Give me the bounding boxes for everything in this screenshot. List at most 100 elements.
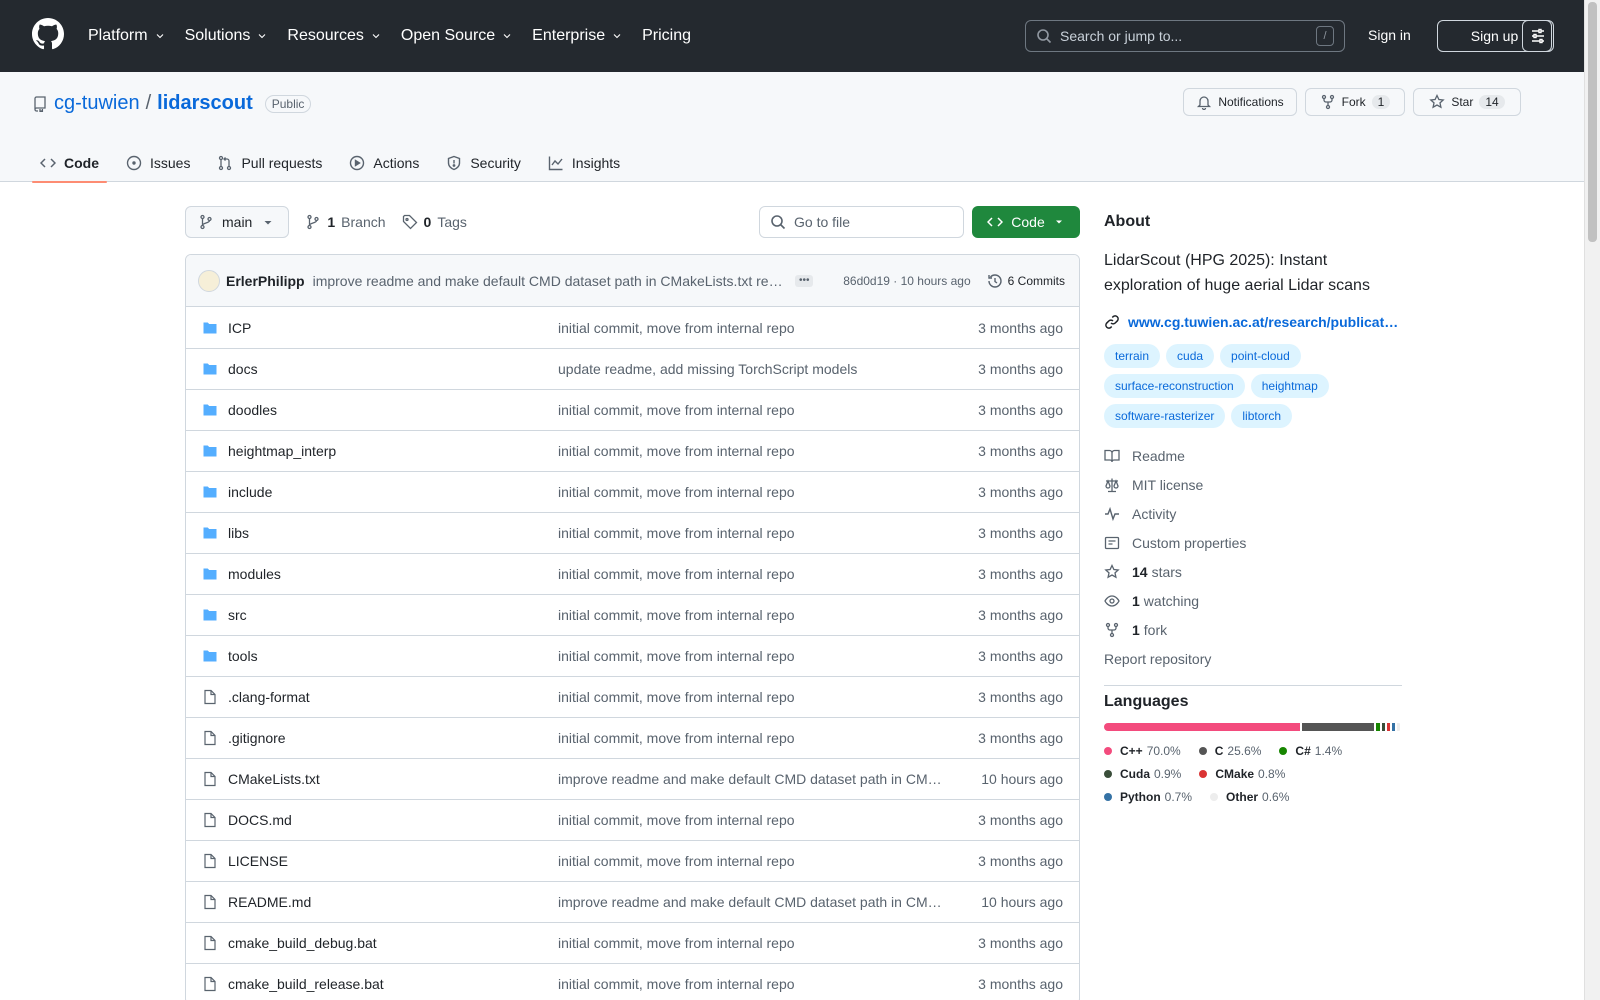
file-commit-message-link[interactable]: initial commit, move from internal repo bbox=[558, 976, 943, 992]
topic-tag[interactable]: software-rasterizer bbox=[1104, 404, 1226, 428]
file-row[interactable]: doodles initial commit, move from interna… bbox=[186, 389, 1079, 430]
language-bar-segment[interactable] bbox=[1302, 723, 1375, 731]
repo-owner-link[interactable]: cg-tuwien bbox=[54, 92, 140, 115]
file-commit-message-link[interactable]: initial commit, move from internal repo bbox=[558, 525, 943, 541]
language-item[interactable]: C 25.6% bbox=[1198, 739, 1261, 762]
file-name-link[interactable]: modules bbox=[228, 566, 558, 582]
topic-tag[interactable]: cuda bbox=[1166, 344, 1215, 368]
file-commit-message-link[interactable]: initial commit, move from internal repo bbox=[558, 935, 943, 951]
commit-sha-time[interactable]: 86d0d19 · 10 hours ago bbox=[843, 274, 970, 288]
file-row[interactable]: include initial commit, move from interna… bbox=[186, 471, 1079, 512]
commits-link[interactable]: 6 Commits bbox=[987, 273, 1065, 289]
file-commit-message-link[interactable]: initial commit, move from internal repo bbox=[558, 566, 943, 582]
nav-resources[interactable]: Resources bbox=[287, 27, 381, 45]
language-item[interactable]: C++ 70.0% bbox=[1104, 739, 1181, 762]
github-logo-icon[interactable] bbox=[32, 18, 64, 50]
language-item[interactable]: Other 0.6% bbox=[1210, 785, 1289, 808]
commit-message-link[interactable]: improve readme and make default CMD data… bbox=[313, 273, 784, 289]
nav-pricing[interactable]: Pricing bbox=[642, 27, 691, 45]
nav-enterprise[interactable]: Enterprise bbox=[532, 27, 623, 45]
file-commit-message-link[interactable]: initial commit, move from internal repo bbox=[558, 320, 943, 336]
file-name-link[interactable]: LICENSE bbox=[228, 853, 558, 869]
go-to-file-input[interactable]: Go to file bbox=[759, 206, 964, 238]
file-commit-message-link[interactable]: initial commit, move from internal repo bbox=[558, 853, 943, 869]
file-name-link[interactable]: .clang-format bbox=[228, 689, 558, 705]
file-name-link[interactable]: doodles bbox=[228, 402, 558, 418]
stars-link[interactable]: 14 stars bbox=[1104, 557, 1402, 586]
file-name-link[interactable]: docs bbox=[228, 361, 558, 377]
activity-link[interactable]: Activity bbox=[1104, 499, 1402, 528]
file-row[interactable]: libs initial commit, move from internal r… bbox=[186, 512, 1079, 553]
forks-link[interactable]: 1 fork bbox=[1104, 615, 1402, 644]
file-name-link[interactable]: cmake_build_release.bat bbox=[228, 976, 558, 992]
file-row[interactable]: README.md improve readme and make default… bbox=[186, 881, 1079, 922]
nav-solutions[interactable]: Solutions bbox=[185, 27, 269, 45]
branches-link[interactable]: 1 Branch bbox=[305, 214, 386, 230]
commit-author-link[interactable]: ErlerPhilipp bbox=[226, 273, 305, 289]
file-name-link[interactable]: .gitignore bbox=[228, 730, 558, 746]
file-commit-message-link[interactable]: improve readme and make default CMD data… bbox=[558, 771, 943, 787]
custom-properties-link[interactable]: Custom properties bbox=[1104, 528, 1402, 557]
repo-name-link[interactable]: lidarscout bbox=[157, 92, 253, 115]
readme-link[interactable]: Readme bbox=[1104, 441, 1402, 470]
topic-tag[interactable]: point-cloud bbox=[1220, 344, 1301, 368]
file-name-link[interactable]: cmake_build_debug.bat bbox=[228, 935, 558, 951]
file-row[interactable]: heightmap_interp initial commit, move fro… bbox=[186, 430, 1079, 471]
file-name-link[interactable]: ICP bbox=[228, 320, 558, 336]
language-item[interactable]: Cuda 0.9% bbox=[1104, 762, 1181, 785]
tab-insights[interactable]: Insights bbox=[540, 144, 628, 182]
global-search-input[interactable]: Search or jump to... / bbox=[1025, 20, 1345, 52]
file-commit-message-link[interactable]: initial commit, move from internal repo bbox=[558, 607, 943, 623]
language-bar-segment[interactable] bbox=[1391, 723, 1395, 731]
file-commit-message-link[interactable]: update readme, add missing TorchScript m… bbox=[558, 361, 943, 377]
file-row[interactable]: .gitignore initial commit, move from inte… bbox=[186, 717, 1079, 758]
tab-code[interactable]: Code bbox=[32, 144, 107, 183]
file-row[interactable]: tools initial commit, move from internal … bbox=[186, 635, 1079, 676]
file-commit-message-link[interactable]: initial commit, move from internal repo bbox=[558, 484, 943, 500]
nav-open-source[interactable]: Open Source bbox=[401, 27, 513, 45]
file-name-link[interactable]: heightmap_interp bbox=[228, 443, 558, 459]
file-name-link[interactable]: include bbox=[228, 484, 558, 500]
file-name-link[interactable]: CMakeLists.txt bbox=[228, 771, 558, 787]
expand-commit-button[interactable]: ••• bbox=[795, 274, 814, 287]
watchers-link[interactable]: 1 watching bbox=[1104, 586, 1402, 615]
topic-tag[interactable]: terrain bbox=[1104, 344, 1161, 368]
branch-selector[interactable]: main bbox=[185, 206, 290, 238]
language-bar-segment[interactable] bbox=[1376, 723, 1380, 731]
language-item[interactable]: Python 0.7% bbox=[1104, 785, 1192, 808]
file-name-link[interactable]: src bbox=[228, 607, 558, 623]
file-commit-message-link[interactable]: initial commit, move from internal repo bbox=[558, 689, 943, 705]
file-commit-message-link[interactable]: initial commit, move from internal repo bbox=[558, 730, 943, 746]
tags-link[interactable]: 0 Tags bbox=[402, 214, 467, 230]
tab-pull-requests[interactable]: Pull requests bbox=[209, 144, 330, 182]
file-row[interactable]: cmake_build_debug.bat initial commit, mov… bbox=[186, 922, 1079, 963]
code-dropdown-button[interactable]: Code bbox=[972, 206, 1080, 238]
language-item[interactable]: CMake 0.8% bbox=[1199, 762, 1285, 785]
tab-issues[interactable]: Issues bbox=[118, 144, 198, 182]
file-row[interactable]: CMakeLists.txt improve readme and make de… bbox=[186, 758, 1079, 799]
tab-actions[interactable]: Actions bbox=[341, 144, 427, 182]
file-name-link[interactable]: README.md bbox=[228, 894, 558, 910]
topic-tag[interactable]: libtorch bbox=[1231, 404, 1293, 428]
tab-security[interactable]: Security bbox=[438, 144, 529, 182]
file-commit-message-link[interactable]: initial commit, move from internal repo bbox=[558, 443, 943, 459]
file-row[interactable]: src initial commit, move from internal re… bbox=[186, 594, 1079, 635]
file-row[interactable]: LICENSE initial commit, move from interna… bbox=[186, 840, 1079, 881]
file-commit-message-link[interactable]: initial commit, move from internal repo bbox=[558, 402, 943, 418]
file-row[interactable]: docs update readme, add missing TorchScri… bbox=[186, 348, 1079, 389]
scrollbar-thumb[interactable] bbox=[1588, 2, 1597, 242]
language-item[interactable]: C# 1.4% bbox=[1279, 739, 1342, 762]
avatar[interactable] bbox=[198, 269, 220, 292]
notifications-button[interactable]: Notifications bbox=[1183, 88, 1297, 116]
topic-tag[interactable]: surface-reconstruction bbox=[1104, 374, 1245, 398]
file-commit-message-link[interactable]: improve readme and make default CMD data… bbox=[558, 894, 943, 910]
file-commit-message-link[interactable]: initial commit, move from internal repo bbox=[558, 812, 943, 828]
sliders-menu-button[interactable] bbox=[1522, 20, 1554, 52]
sign-in-link[interactable]: Sign in bbox=[1368, 27, 1411, 43]
language-bar-segment[interactable] bbox=[1381, 723, 1385, 731]
file-row[interactable]: modules initial commit, move from interna… bbox=[186, 553, 1079, 594]
file-commit-message-link[interactable]: initial commit, move from internal repo bbox=[558, 648, 943, 664]
report-repository-link[interactable]: Report repository bbox=[1104, 644, 1402, 673]
license-link[interactable]: MIT license bbox=[1104, 470, 1402, 499]
page-scrollbar[interactable] bbox=[1584, 0, 1600, 1000]
